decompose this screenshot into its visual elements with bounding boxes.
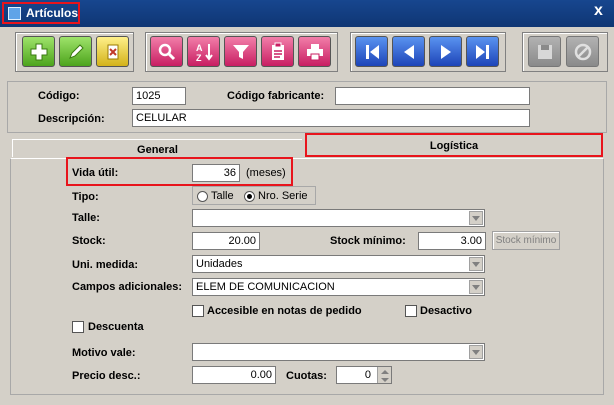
desactivo-checkbox[interactable] [405,305,417,317]
first-record-button[interactable] [355,36,388,67]
vida-util-label: Vida útil: [72,167,119,179]
svg-text:A: A [196,43,203,53]
cuotas-spinner[interactable]: 0 [336,366,392,384]
clipboard-button[interactable] [261,36,294,67]
campos-adicionales-value: ELEM DE COMUNICACION [196,281,335,293]
last-record-icon [475,44,489,59]
codigo-label: Código: [38,90,80,102]
delete-document-icon [107,44,118,59]
tab-general[interactable]: General [12,139,302,157]
descripcion-field[interactable]: CELULAR [132,109,530,127]
radio-talle-label: Talle [211,190,234,202]
talle-dropdown[interactable] [192,209,485,227]
talle-label: Talle: [72,212,100,224]
stock-minimo-field[interactable]: 3.00 [418,232,486,250]
window-app-icon [8,7,21,20]
vida-util-field[interactable]: 36 [192,164,240,182]
tipo-label: Tipo: [72,191,99,203]
next-record-icon [440,44,451,59]
window-title: Artículos [26,6,79,20]
descuenta-label: Descuenta [88,321,144,333]
uni-medida-dropdown[interactable]: Unidades [192,255,485,273]
pencil-icon [68,43,84,59]
first-record-icon [365,44,379,59]
filter-icon [232,44,249,59]
save-button[interactable] [528,36,561,67]
sort-button[interactable]: AZ [187,36,220,67]
print-button[interactable] [298,36,331,67]
precio-desc-field[interactable]: 0.00 [192,366,276,384]
uni-medida-label: Uni. medida: [72,259,139,271]
previous-record-icon [403,44,414,59]
talle-dropdown-arrow[interactable] [469,211,483,225]
campos-adicionales-label: Campos adicionales: [72,281,183,293]
printer-icon [306,43,323,60]
cuotas-spin-buttons[interactable] [377,367,391,383]
delete-button[interactable] [96,36,129,67]
next-record-button[interactable] [429,36,462,67]
desactivo-label: Desactivo [420,305,472,317]
codigo-field[interactable]: 1025 [132,87,186,105]
sort-az-icon: AZ [196,43,213,63]
accesible-checkbox[interactable] [192,305,204,317]
vida-util-unit: (meses) [246,167,286,179]
chevron-down-icon [472,215,480,221]
svg-text:Z: Z [196,53,202,63]
descripcion-label: Descripción: [38,113,105,125]
spin-arrows-icon [381,370,389,382]
cuotas-label: Cuotas: [286,370,327,382]
accesible-label: Accesible en notas de pedido [207,305,362,317]
radio-nro-serie-circle[interactable] [244,190,255,202]
chevron-down-icon [472,284,480,290]
uni-medida-value: Unidades [196,258,243,270]
motivo-vale-dropdown-arrow[interactable] [469,345,483,359]
stock-field[interactable]: 20.00 [192,232,260,250]
cancel-button[interactable] [566,36,599,67]
close-button[interactable]: x [594,3,603,19]
last-record-button[interactable] [466,36,499,67]
motivo-vale-label: Motivo vale: [72,347,136,359]
campos-adicionales-dropdown[interactable]: ELEM DE COMUNICACION [192,278,485,296]
plus-icon [30,43,47,60]
previous-record-button[interactable] [392,36,425,67]
cancel-icon [574,43,591,60]
cuotas-value: 0 [364,369,371,381]
precio-desc-label: Precio desc.: [72,370,141,382]
radio-talle[interactable]: Talle [197,190,234,202]
stock-label: Stock: [72,235,106,247]
descuenta-checkbox[interactable] [72,321,84,333]
add-button[interactable] [22,36,55,67]
tab-logistica[interactable]: Logística [305,133,603,157]
stock-minimo-label: Stock mínimo: [330,235,406,247]
radio-talle-circle[interactable] [197,190,208,202]
edit-button[interactable] [59,36,92,67]
chevron-down-icon [472,349,480,355]
clipboard-icon [271,42,284,60]
zoom-icon [158,43,175,60]
radio-nro-serie[interactable]: Nro. Serie [244,190,308,202]
codigo-fabricante-label: Código fabricante: [227,90,325,102]
radio-nro-serie-label: Nro. Serie [258,190,308,202]
motivo-vale-dropdown[interactable] [192,343,485,361]
filter-button[interactable] [224,36,257,67]
campos-adicionales-dropdown-arrow[interactable] [469,280,483,294]
uni-medida-dropdown-arrow[interactable] [469,257,483,271]
save-icon [537,44,552,59]
codigo-fabricante-field[interactable] [335,87,530,105]
stock-minimo-button[interactable]: Stock mínimo [492,231,560,250]
search-button[interactable] [150,36,183,67]
chevron-down-icon [472,261,480,267]
title-bar [0,0,614,27]
